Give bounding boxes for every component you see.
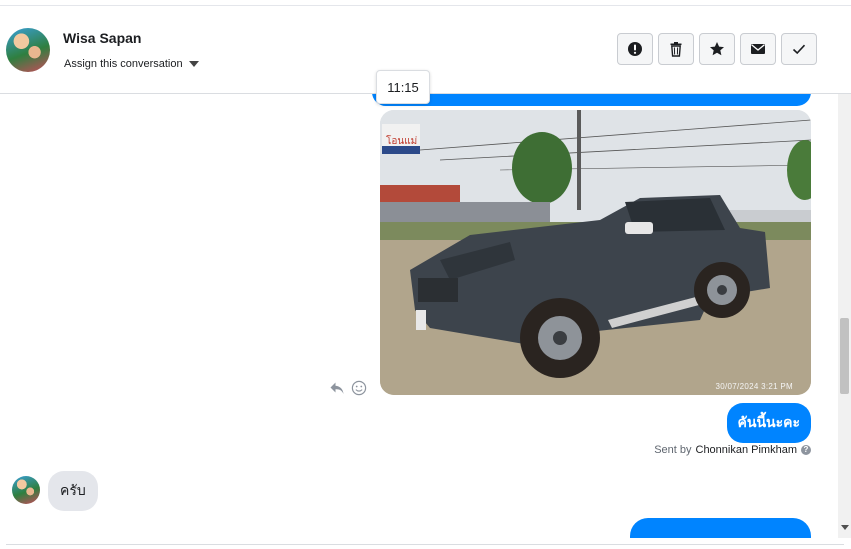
help-icon[interactable]: ? <box>801 445 811 455</box>
contact-name[interactable]: Wisa Sapan <box>63 30 141 46</box>
outgoing-message[interactable]: คันนี้นะคะ <box>726 403 811 443</box>
assign-conversation-dropdown[interactable]: Assign this conversation <box>64 58 199 70</box>
assign-label: Assign this conversation <box>64 58 183 70</box>
sent-by-agent: Chonnikan Pimkham <box>695 444 798 456</box>
emoji-icon[interactable] <box>351 380 367 396</box>
composer-divider <box>6 544 844 545</box>
sent-by-prefix: Sent by <box>654 444 692 456</box>
next-message-bubble[interactable] <box>630 518 811 538</box>
sent-by-line: Sent by Chonnikan Pimkham ? <box>654 444 811 456</box>
header-actions <box>617 33 817 65</box>
photo-sign-text: โอนแม่ <box>386 134 417 147</box>
checkmark-icon <box>792 44 806 55</box>
truck-photo: โอนแม่ <box>380 110 811 395</box>
trash-icon <box>670 42 682 57</box>
photo-timestamp: 30/07/2024 3:21 PM <box>715 382 793 391</box>
previous-message-bubble[interactable] <box>372 94 811 106</box>
alert-button[interactable] <box>617 33 653 65</box>
message-thread[interactable]: โอนแม่ 30/07/2024 3:21 PM คันนี้นะคะ Sen… <box>0 94 838 538</box>
mark-done-button[interactable] <box>781 33 817 65</box>
reply-icon[interactable] <box>329 380 345 396</box>
delete-button[interactable] <box>658 33 694 65</box>
caret-down-icon <box>188 61 199 67</box>
mark-unread-button[interactable] <box>740 33 776 65</box>
exclamation-circle-icon <box>628 42 642 56</box>
star-icon <box>710 42 724 56</box>
incoming-sender-avatar[interactable] <box>12 476 40 504</box>
thread-scrollbar[interactable] <box>838 94 851 538</box>
envelope-icon <box>751 44 765 54</box>
scroll-down-arrow-icon[interactable] <box>841 525 849 530</box>
contact-avatar[interactable] <box>6 28 50 72</box>
star-button[interactable] <box>699 33 735 65</box>
attached-photo[interactable]: โอนแม่ 30/07/2024 3:21 PM <box>380 110 811 395</box>
scrollbar-thumb[interactable] <box>840 318 849 394</box>
incoming-message[interactable]: ครับ <box>48 471 98 511</box>
time-tooltip: 11:15 <box>376 70 430 104</box>
message-tools <box>329 380 367 396</box>
